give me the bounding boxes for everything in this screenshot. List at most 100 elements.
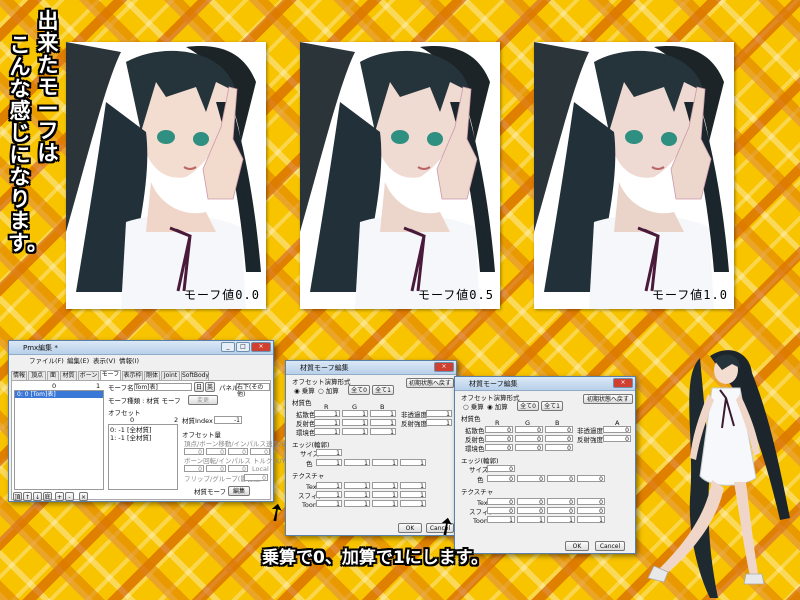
menu-info[interactable]: 情報(I): [119, 357, 139, 365]
tab-softbody[interactable]: SoftBody: [181, 371, 209, 380]
tab-bone[interactable]: ボーン: [78, 371, 99, 380]
diffuse-g[interactable]: 0: [515, 426, 543, 434]
tab-display-frame[interactable]: 表示枠: [122, 371, 143, 380]
all-zero-button[interactable]: 全て0: [348, 385, 370, 395]
edge-color-b[interactable]: 1: [372, 459, 398, 467]
toon-a[interactable]: 1: [577, 516, 605, 524]
add-button[interactable]: +: [55, 492, 64, 501]
remove-button[interactable]: -: [65, 492, 74, 501]
add-radio[interactable]: ○ 加算: [318, 387, 339, 395]
tex-r[interactable]: 1: [316, 482, 342, 490]
edge-color-g[interactable]: 0: [517, 475, 545, 483]
toon-b[interactable]: 1: [372, 500, 398, 508]
grid-field[interactable]: 0: [206, 465, 226, 473]
add-radio[interactable]: ◉ 加算: [487, 403, 508, 411]
list-item[interactable]: 0: 0 [Tom]表]: [15, 391, 103, 398]
tex-b[interactable]: 0: [547, 498, 575, 506]
toon-g[interactable]: 1: [517, 516, 545, 524]
material-index-input[interactable]: -1: [214, 416, 242, 424]
diffuse-b[interactable]: 1: [370, 410, 396, 418]
ambient-r[interactable]: 0: [485, 444, 513, 452]
english-button[interactable]: 英: [205, 382, 215, 392]
tab-face[interactable]: 面: [47, 371, 59, 380]
delete-button[interactable]: ×: [79, 492, 88, 501]
diffuse-b[interactable]: 0: [545, 426, 573, 434]
opacity-field[interactable]: 0: [603, 426, 631, 434]
specular-g[interactable]: 1: [342, 419, 368, 427]
tex-a[interactable]: 1: [400, 482, 426, 490]
ambient-g[interactable]: 1: [342, 428, 368, 436]
sphere-g[interactable]: 0: [517, 507, 545, 515]
ok-button[interactable]: OK: [398, 523, 422, 533]
tab-vertex[interactable]: 頂点: [28, 371, 46, 380]
specular-b[interactable]: 1: [370, 419, 396, 427]
sphere-r[interactable]: 0: [487, 507, 515, 515]
cancel-button[interactable]: Cancel: [595, 541, 625, 551]
close-button[interactable]: ×: [251, 342, 271, 352]
specular-r[interactable]: 1: [314, 419, 340, 427]
sphere-a[interactable]: 1: [400, 491, 426, 499]
minimize-button[interactable]: _: [221, 342, 235, 352]
toon-b[interactable]: 1: [547, 516, 575, 524]
change-button[interactable]: 変更: [188, 395, 218, 405]
menu-file[interactable]: ファイル(F): [29, 357, 64, 365]
tex-r[interactable]: 0: [487, 498, 515, 506]
toon-r[interactable]: 1: [316, 500, 342, 508]
panel-select[interactable]: 右下(その他): [236, 383, 270, 398]
reset-button[interactable]: 初期状態へ戻す: [406, 378, 454, 388]
grid-field[interactable]: 0: [228, 465, 248, 473]
ambient-r[interactable]: 1: [314, 428, 340, 436]
bottom-button[interactable]: 底: [43, 492, 52, 501]
grid-field[interactable]: 0: [206, 448, 226, 456]
edit-button[interactable]: 編集: [228, 486, 250, 496]
list-item[interactable]: 0: -1 [全材質]: [110, 426, 152, 434]
morph-name-input[interactable]: Tom]表]: [134, 383, 192, 391]
edge-color-b[interactable]: 0: [547, 475, 575, 483]
up-button[interactable]: ↑: [23, 492, 32, 501]
grid-field[interactable]: 0: [250, 448, 270, 456]
all-zero-button[interactable]: 全て0: [517, 401, 539, 411]
flip-field[interactable]: 0: [244, 474, 268, 482]
diffuse-g[interactable]: 1: [342, 410, 368, 418]
local-checkbox[interactable]: Local: [252, 465, 269, 473]
all-one-button[interactable]: 全て1: [541, 401, 563, 411]
morph-list[interactable]: 0: 0 [Tom]表]: [14, 390, 104, 490]
diffuse-r[interactable]: 0: [485, 426, 513, 434]
maximize-button[interactable]: □: [236, 342, 250, 352]
edge-size-field[interactable]: 1: [316, 449, 342, 457]
spec-strength-field[interactable]: 0: [603, 435, 631, 443]
toon-a[interactable]: 1: [400, 500, 426, 508]
edge-size-field[interactable]: 0: [487, 465, 515, 473]
edge-color-r[interactable]: 0: [487, 475, 515, 483]
toon-r[interactable]: 1: [487, 516, 515, 524]
tex-a[interactable]: 0: [577, 498, 605, 506]
ok-button[interactable]: OK: [565, 541, 589, 551]
tex-b[interactable]: 1: [372, 482, 398, 490]
tab-rigid-body[interactable]: 剛体: [144, 371, 160, 380]
sphere-b[interactable]: 0: [547, 507, 575, 515]
edge-color-a[interactable]: 0: [577, 475, 605, 483]
grid-field[interactable]: 0: [184, 448, 204, 456]
edge-color-a[interactable]: 1: [400, 459, 426, 467]
edge-color-g[interactable]: 1: [344, 459, 370, 467]
tab-joint[interactable]: Joint: [161, 371, 180, 380]
specular-r[interactable]: 0: [485, 435, 513, 443]
tex-g[interactable]: 1: [344, 482, 370, 490]
grid-field[interactable]: 0: [228, 448, 248, 456]
spec-strength-field[interactable]: 1: [426, 419, 452, 427]
sphere-r[interactable]: 1: [316, 491, 342, 499]
all-one-button[interactable]: 全て1: [372, 385, 394, 395]
toon-g[interactable]: 1: [344, 500, 370, 508]
grid-field[interactable]: 0: [184, 465, 204, 473]
sphere-a[interactable]: 0: [577, 507, 605, 515]
specular-g[interactable]: 0: [515, 435, 543, 443]
sphere-b[interactable]: 1: [372, 491, 398, 499]
down-button[interactable]: ↓: [33, 492, 42, 501]
opacity-field[interactable]: 1: [426, 410, 452, 418]
sphere-g[interactable]: 1: [344, 491, 370, 499]
tab-morph[interactable]: モーフ: [100, 370, 121, 380]
ambient-b[interactable]: 1: [370, 428, 396, 436]
japanese-button[interactable]: 日: [194, 382, 204, 392]
ambient-b[interactable]: 0: [545, 444, 573, 452]
diffuse-r[interactable]: 1: [314, 410, 340, 418]
